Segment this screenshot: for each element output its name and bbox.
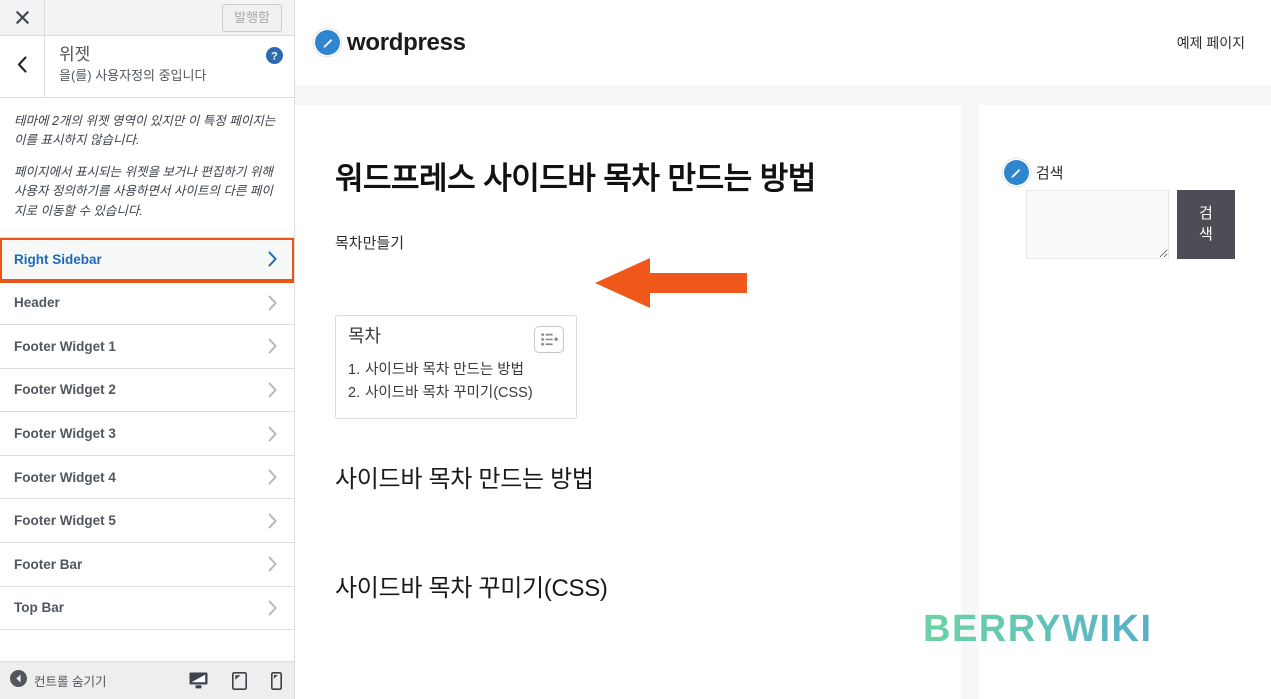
article-column: 워드프레스 사이드바 목차 만드는 방법 목차만들기 목차 1. 사이드바 목차… <box>295 105 961 699</box>
description-paragraph-1: 테마에 2개의 위젯 영역이 있지만 이 특정 페이지는 이를 표시하지 않습니… <box>14 114 276 148</box>
page-title: 워드프레스 사이드바 목차 만드는 방법 <box>335 161 816 196</box>
chevron-right-icon <box>264 469 280 485</box>
list-toggle-icon[interactable] <box>534 325 564 353</box>
search-widget-label: 검색 <box>1035 165 1064 182</box>
toc-item-number: 1. <box>348 361 361 378</box>
widget-area-label: Footer Bar <box>14 556 83 572</box>
back-button[interactable] <box>0 36 45 97</box>
toc-title: 목차 <box>348 325 382 346</box>
collapse-left-icon <box>10 669 27 692</box>
tablet-preview-icon[interactable] <box>232 671 247 690</box>
search-submit-label: 검색 <box>1198 205 1213 243</box>
toc-item-number: 2. <box>348 385 361 402</box>
search-widget: 검색 검색 <box>1003 160 1246 259</box>
toc-header: 목차 <box>348 325 564 353</box>
collapse-controls-label: 컨트롤 숨기기 <box>34 675 107 689</box>
widget-area-list: Right Sidebar Header Footer Widget 1 Foo… <box>0 237 294 699</box>
search-widget-header: 검색 <box>1003 160 1246 185</box>
widget-area-label: Top Bar <box>14 600 64 616</box>
customizer-topbar: 발행함 <box>0 0 294 36</box>
widget-area-item-footer-widget-5[interactable]: Footer Widget 5 <box>0 499 294 544</box>
chevron-right-icon <box>264 600 280 616</box>
widget-area-label: Footer Widget 3 <box>14 426 116 442</box>
customizer-panel-header: 위젯 을(를) 사용자정의 중입니다 ? <box>0 36 294 98</box>
widget-area-item-footer-widget-1[interactable]: Footer Widget 1 <box>0 325 294 369</box>
customizer-footer: 컨트롤 숨기기 <box>0 661 294 699</box>
widget-area-item-footer-bar[interactable]: Footer Bar <box>0 543 294 587</box>
post-lead-text: 목차만들기 <box>335 234 405 252</box>
pencil-circle-icon <box>315 30 340 55</box>
table-of-contents-box: 목차 1. 사이드바 목차 만드는 방법 2. 사이드바 목차 꾸미기(CSS) <box>335 314 577 419</box>
site-brand[interactable]: wordpress <box>315 29 466 57</box>
section-heading-1: 사이드바 목차 만드는 방법 <box>335 465 594 493</box>
toc-item-label: 사이드바 목차 만드는 방법 <box>365 361 524 378</box>
site-header: wordpress 예제 페이지 <box>295 0 1271 85</box>
panel-title: 위젯 <box>59 45 91 64</box>
widget-area-label: Header <box>14 295 60 311</box>
close-customizer-button[interactable] <box>0 0 45 35</box>
widget-area-label: Footer Widget 1 <box>14 338 116 354</box>
chevron-right-icon <box>264 382 280 398</box>
description-paragraph-2: 페이지에서 표시되는 위젯을 보거나 편집하기 위해 사용자 정의하기를 사용하… <box>14 164 273 218</box>
widget-area-item-top-bar[interactable]: Top Bar <box>0 586 294 631</box>
search-form: 검색 <box>1004 190 1246 259</box>
panel-subtitle: 을(를) 사용자정의 중입니다 <box>59 68 207 84</box>
chevron-left-icon <box>17 55 28 78</box>
toc-item-label: 사이드바 목차 꾸미기(CSS) <box>365 385 533 402</box>
device-preview-switcher <box>189 671 282 690</box>
desktop-preview-icon[interactable] <box>189 672 208 689</box>
widget-area-label: Footer Widget 5 <box>14 513 116 529</box>
widget-area-item-right-sidebar[interactable]: Right Sidebar <box>0 237 294 284</box>
header-divider-strip <box>295 85 1271 105</box>
customizer-screen: 발행함 위젯 을(를) 사용자정의 중입니다 ? 테마에 2개의 위젯 영역이 … <box>0 0 1271 699</box>
chevron-right-icon <box>264 426 280 442</box>
toc-item[interactable]: 2. 사이드바 목차 꾸미기(CSS) <box>348 382 564 405</box>
site-preview: wordpress 예제 페이지 워드프레스 사이드바 목차 만드는 방법 목차… <box>295 0 1271 699</box>
customizer-panel: 발행함 위젯 을(를) 사용자정의 중입니다 ? 테마에 2개의 위젯 영역이 … <box>0 0 295 699</box>
widget-area-label: Footer Widget 2 <box>14 382 116 398</box>
collapse-controls-button[interactable]: 컨트롤 숨기기 <box>10 669 107 692</box>
chevron-right-icon <box>264 251 280 267</box>
chevron-right-icon <box>264 295 280 311</box>
section-heading-2: 사이드바 목차 꾸미기(CSS) <box>335 574 608 602</box>
toc-item[interactable]: 1. 사이드바 목차 만드는 방법 <box>348 359 564 382</box>
widget-area-item-footer-widget-4[interactable]: Footer Widget 4 <box>0 455 294 500</box>
search-submit-button[interactable]: 검색 <box>1176 190 1235 259</box>
widget-area-label: Right Sidebar <box>14 251 102 267</box>
widget-area-label: Footer Widget 4 <box>14 469 116 485</box>
berrywiki-watermark: BERRYWIKI <box>923 608 1153 650</box>
widget-area-item-header[interactable]: Header <box>0 281 294 326</box>
pencil-circle-icon[interactable] <box>1003 160 1029 185</box>
help-icon[interactable]: ? <box>266 47 283 64</box>
widget-area-item-footer-widget-2[interactable]: Footer Widget 2 <box>0 368 294 413</box>
site-title: wordpress <box>347 28 466 56</box>
panel-title-block: 위젯 을(를) 사용자정의 중입니다 ? <box>45 36 294 97</box>
widget-area-item-footer-widget-3[interactable]: Footer Widget 3 <box>0 412 294 456</box>
svg-text:?: ? <box>271 50 278 62</box>
chevron-right-icon <box>264 556 280 572</box>
close-icon <box>15 11 29 24</box>
panel-description: 테마에 2개의 위젯 영역이 있지만 이 특정 페이지는 이를 표시하지 않습니… <box>0 98 294 238</box>
mobile-preview-icon[interactable] <box>271 671 282 690</box>
nav-item-example-page[interactable]: 예제 페이지 <box>1177 35 1245 51</box>
chevron-right-icon <box>264 513 280 529</box>
publish-button[interactable]: 발행함 <box>222 3 282 32</box>
search-input[interactable] <box>1025 190 1169 259</box>
site-nav: 예제 페이지 <box>1177 33 1245 53</box>
toc-list: 1. 사이드바 목차 만드는 방법 2. 사이드바 목차 꾸미기(CSS) <box>348 359 564 406</box>
chevron-right-icon <box>264 338 280 354</box>
